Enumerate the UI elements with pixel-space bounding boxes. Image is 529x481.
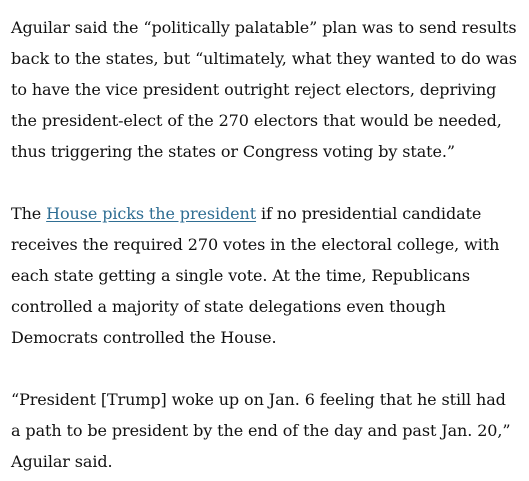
paragraph-house-picks: The House picks the president if no pres…	[11, 198, 519, 353]
house-picks-president-link[interactable]: House picks the president	[46, 204, 256, 223]
paragraph-text-before-link: The	[11, 204, 47, 223]
article-body: Aguilar said the “politically palatable”…	[0, 0, 529, 477]
paragraph-text-after-link: if no presidential candidate receives th…	[11, 204, 500, 347]
paragraph-aguilar-plan: Aguilar said the “politically palatable”…	[11, 18, 517, 161]
paragraph-trump-quote: “President [Trump] woke up on Jan. 6 fee…	[11, 390, 511, 471]
